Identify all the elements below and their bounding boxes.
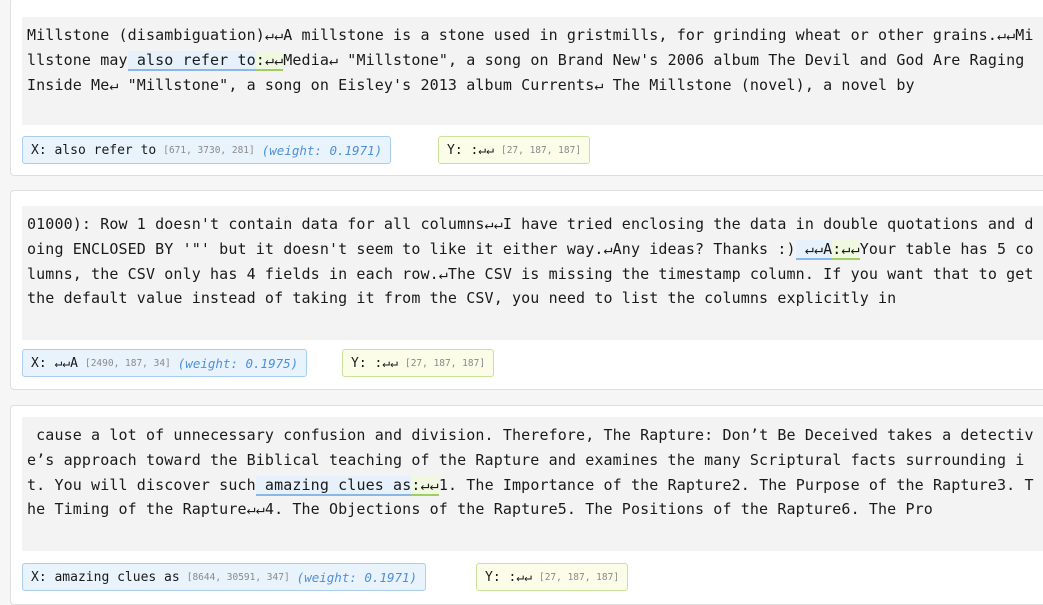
y-token-tag: Y: :↵↵ [27, 187, 187] <box>438 136 591 164</box>
x-token-weight: (weight: 0.1971) <box>296 569 418 585</box>
y-token-ids: [27, 187, 187] <box>538 571 620 583</box>
highlight-x: ↵↵A <box>795 239 833 260</box>
x-token-tag: X: amazing clues as [8644, 30591, 347] (… <box>22 563 427 591</box>
x-token-label: X: ↵↵A <box>31 355 78 371</box>
highlight-x: also refer to <box>127 50 256 71</box>
y-token-label: Y: :↵↵ <box>351 355 398 371</box>
x-token-ids: [8644, 30591, 347] <box>186 571 290 583</box>
y-token-ids: [27, 187, 187] <box>500 144 582 156</box>
x-token-label: X: also refer to <box>31 142 157 158</box>
x-token-tag: X: also refer to [671, 3730, 281] (weigh… <box>22 136 392 164</box>
x-token-tag: X: ↵↵A [2490, 187, 34] (weight: 0.1975) <box>22 349 308 377</box>
x-token-ids: [2490, 187, 34] <box>84 357 171 369</box>
highlight-y: :↵↵ <box>255 50 284 71</box>
x-token-ids: [671, 3730, 281] <box>163 144 255 156</box>
context-text: 01000): Row 1 doesn't contain data for a… <box>22 206 1043 340</box>
y-token-ids: [27, 187, 187] <box>404 357 486 369</box>
y-token-tag: Y: :↵↵ [27, 187, 187] <box>342 349 495 377</box>
example-card-3: cause a lot of unnecessary confusion and… <box>10 405 1043 605</box>
x-token-weight: (weight: 0.1971) <box>261 142 383 158</box>
highlight-y: :↵↵ <box>411 475 439 496</box>
highlight-y: :↵↵ <box>832 239 860 260</box>
y-token-tag: Y: :↵↵ [27, 187, 187] <box>476 563 629 591</box>
x-token-weight: (weight: 0.1975) <box>177 355 299 371</box>
y-token-label: Y: :↵↵ <box>485 569 532 585</box>
y-token-label: Y: :↵↵ <box>447 142 494 158</box>
highlight-x: amazing clues as <box>255 475 412 496</box>
context-text: cause a lot of unnecessary confusion and… <box>22 417 1043 551</box>
x-token-label: X: amazing clues as <box>31 569 180 585</box>
example-card-1: Millstone (disambiguation)↵↵A millstone … <box>10 0 1043 176</box>
context-text: Millstone (disambiguation)↵↵A millstone … <box>22 17 1043 125</box>
example-card-2: 01000): Row 1 doesn't contain data for a… <box>10 190 1043 390</box>
